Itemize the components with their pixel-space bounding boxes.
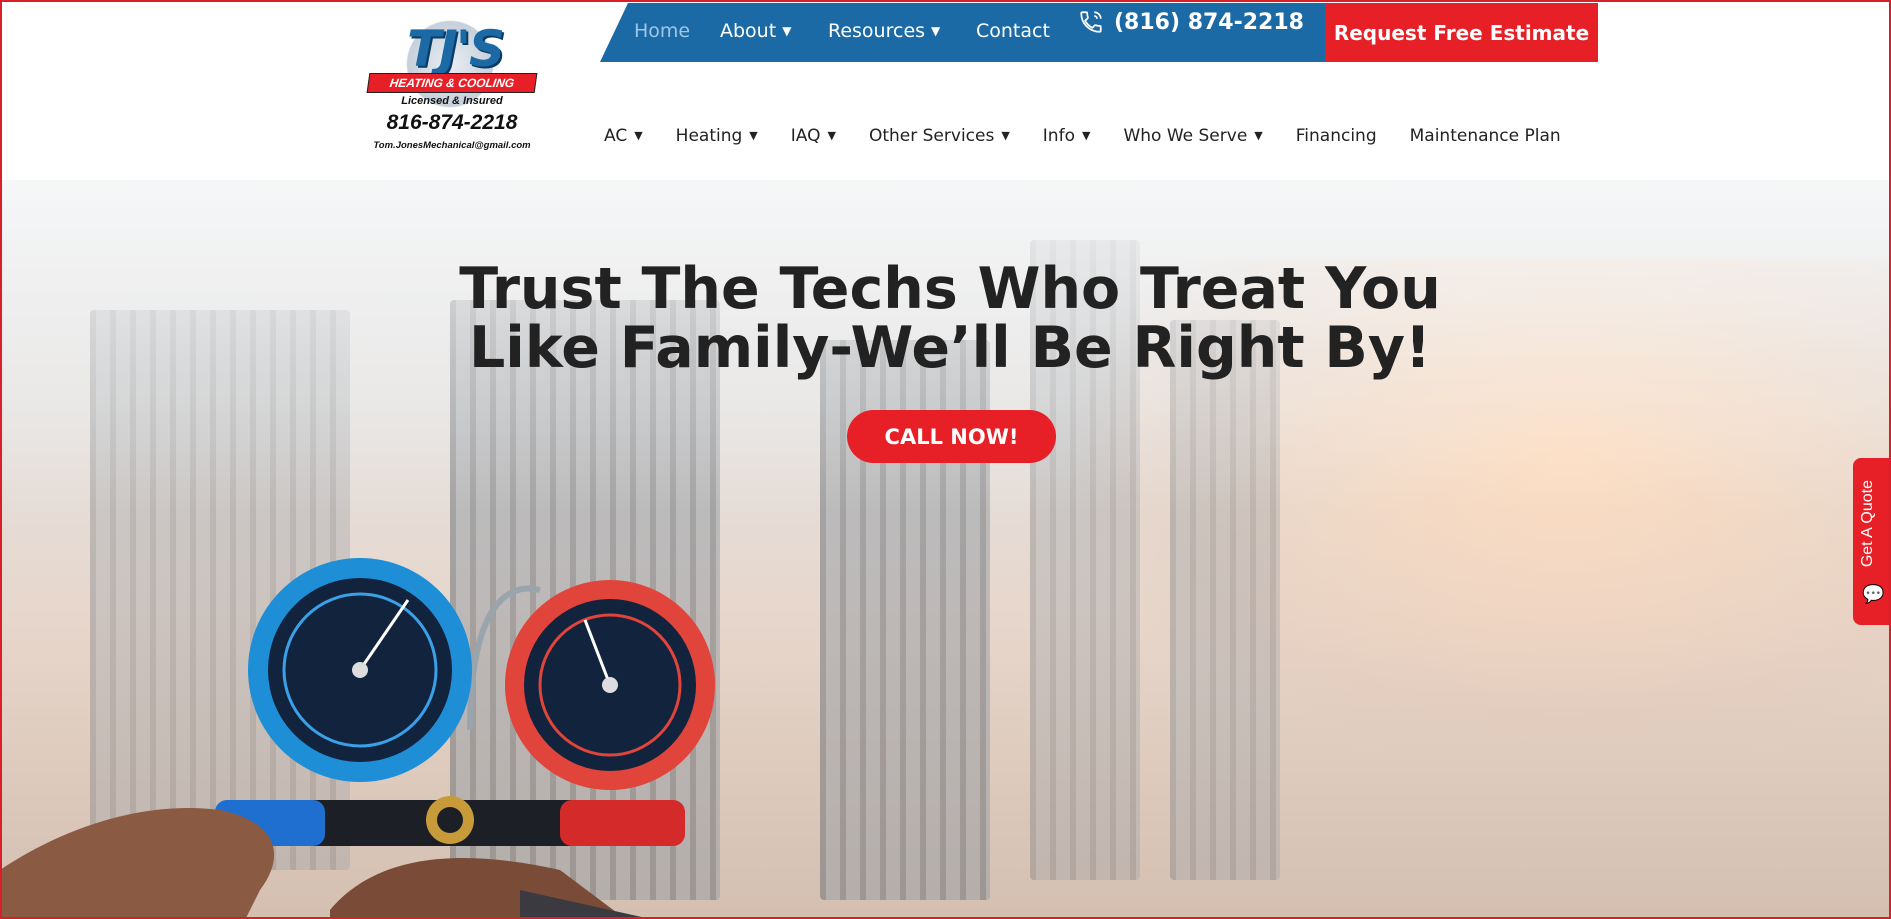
get-a-quote-label: Get A Quote (1859, 480, 1876, 568)
nav-home-link[interactable]: Home (634, 20, 690, 42)
logo-licensed: Licensed & Insured (401, 95, 503, 107)
chat-bubble-icon: 💬 (1862, 584, 1885, 604)
get-a-quote-tab[interactable]: Get A Quote 💬 (1853, 458, 1891, 625)
nav-other-services[interactable]: Other Services ▼ (869, 126, 1010, 146)
site-logo[interactable]: TJ'S HEATING & COOLING Licensed & Insure… (362, 14, 542, 154)
nav-info[interactable]: Info ▼ (1043, 126, 1091, 146)
nav-heating[interactable]: Heating ▼ (676, 126, 758, 146)
caret-down-icon: ▼ (749, 129, 758, 142)
caret-down-icon: ▼ (931, 24, 941, 38)
caret-down-icon: ▼ (782, 24, 792, 38)
caret-down-icon: ▼ (1081, 129, 1091, 142)
nav-financing[interactable]: Financing (1296, 126, 1377, 146)
request-estimate-button[interactable]: Request Free Estimate (1325, 3, 1598, 62)
phone-icon (1080, 11, 1102, 33)
hero-section: Trust The Techs Who Treat You Like Famil… (0, 180, 1891, 919)
main-nav: AC ▼ Heating ▼ IAQ ▼ Other Services ▼ Info ▼ … (604, 126, 1561, 146)
logo-brand: TJ'S (406, 20, 505, 78)
caret-down-icon: ▼ (827, 129, 836, 142)
call-now-button[interactable]: CALL NOW! (847, 410, 1056, 463)
logo-email: Tom.JonesMechanical@gmail.com (373, 140, 531, 151)
logo-phone: 816-874-2218 (386, 111, 518, 134)
manifold-gauge-image (0, 558, 715, 919)
hero-headline-line-1: Trust The Techs Who Treat You (459, 256, 1441, 322)
nav-who-we-serve[interactable]: Who We Serve ▼ (1123, 126, 1262, 146)
nav-about-link[interactable]: About ▼ (720, 20, 791, 42)
caret-down-icon: ▼ (634, 129, 643, 142)
top-phone-link[interactable]: (816) 874-2218 (1078, 9, 1304, 35)
site-header: Home About ▼ Resources ▼ Contact (816) 874… (0, 0, 1891, 180)
logo-banner: HEATING & COOLING (366, 73, 538, 93)
nav-iaq[interactable]: IAQ ▼ (791, 126, 836, 146)
hero-headline: Trust The Techs Who Treat You Like Famil… (0, 260, 1891, 378)
nav-ac[interactable]: AC ▼ (604, 126, 643, 146)
caret-down-icon: ▼ (1254, 129, 1263, 142)
nav-maintenance-plan[interactable]: Maintenance Plan (1410, 126, 1561, 146)
hero-headline-line-2: Like Family-We’ll Be Right By! (468, 315, 1432, 381)
nav-resources-link[interactable]: Resources ▼ (828, 20, 940, 42)
nav-contact-link[interactable]: Contact (976, 20, 1050, 42)
caret-down-icon: ▼ (1001, 129, 1010, 142)
